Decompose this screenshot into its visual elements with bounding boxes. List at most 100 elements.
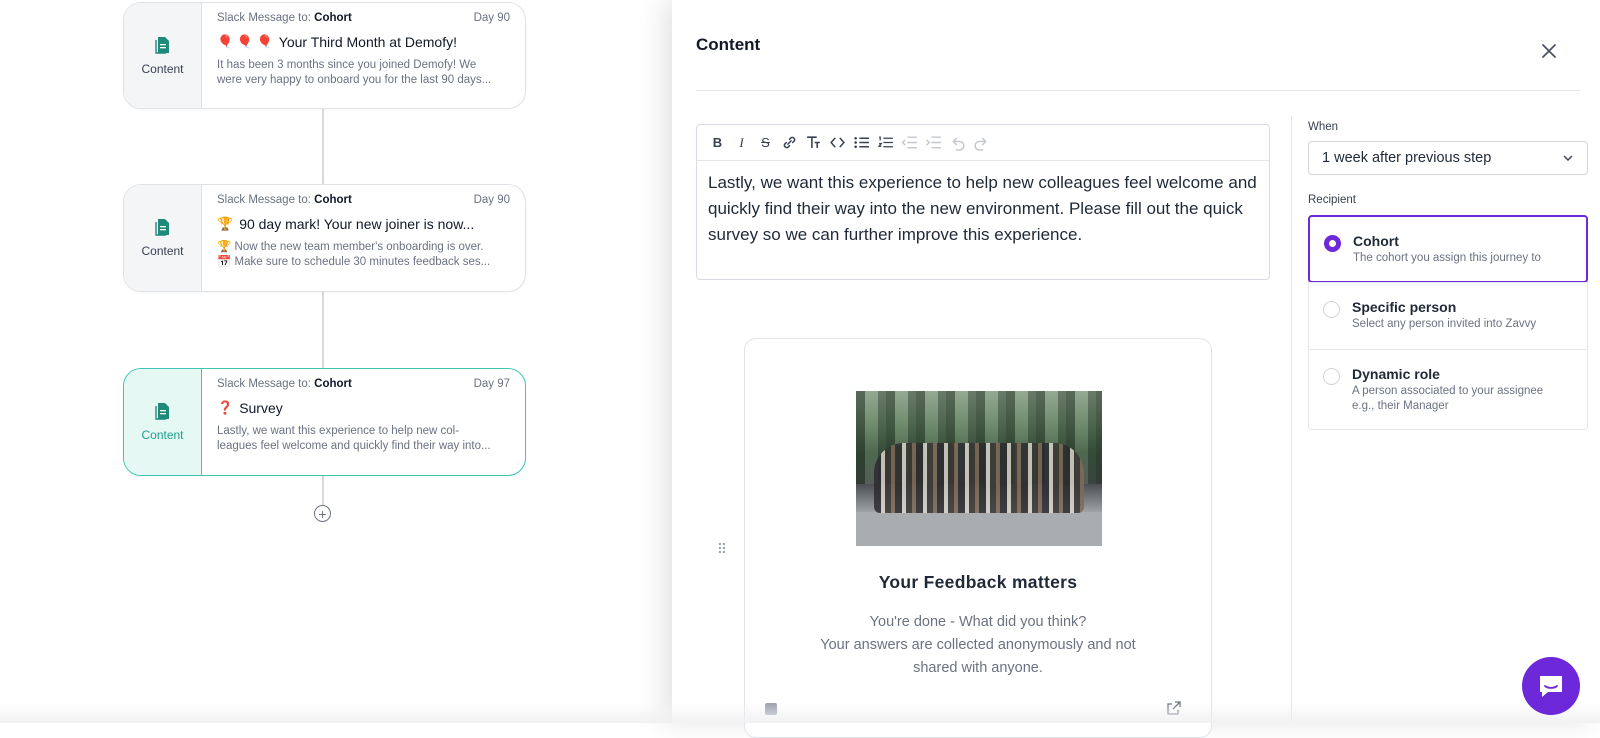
undo-icon[interactable]: [949, 134, 966, 151]
text-size-icon[interactable]: [805, 134, 822, 151]
step-title-text: Your Third Month at Demofy!: [278, 34, 457, 50]
panel-divider: [696, 90, 1580, 91]
image-icon[interactable]: [765, 703, 777, 715]
column-divider: [1291, 116, 1292, 723]
editor-toolbar: B I S: [697, 125, 1269, 161]
step-title: 🏆 90 day mark! Your new joiner is now...: [217, 216, 510, 232]
photo-group: [874, 443, 1084, 513]
step-day: Day 90: [473, 194, 510, 206]
flow-connector: [322, 292, 324, 368]
option-description: A person associated to your assignee e.g…: [1352, 385, 1544, 412]
radio-button-selected[interactable]: [1324, 235, 1341, 252]
document-icon: [154, 219, 169, 236]
panel-title: Content: [696, 35, 761, 54]
radio-button[interactable]: [1323, 301, 1340, 318]
step-details: Slack Message to: Cohort Day 97 ❓ Survey…: [202, 369, 525, 475]
flow-step-card[interactable]: Content Slack Message to: Cohort Day 90 …: [123, 184, 526, 292]
link-icon[interactable]: [781, 134, 798, 151]
chat-icon: [1540, 676, 1562, 697]
step-title-text: 90 day mark! Your new joiner is now...: [239, 216, 475, 232]
photo-road: [856, 512, 1102, 546]
step-description-line: were very happy to onboard you for the l…: [217, 74, 492, 86]
step-description-line: 🏆 Now the new team member's onboarding i…: [217, 241, 484, 253]
flow-step-card[interactable]: Content Slack Message to: Cohort Day 90 …: [123, 2, 526, 109]
chevron-down-icon: [1563, 155, 1573, 162]
survey-preview-card: Your Feedback matters You're done - What…: [744, 338, 1212, 738]
numbered-list-icon[interactable]: [877, 134, 894, 151]
when-select[interactable]: 1 week after previous step: [1308, 141, 1588, 175]
option-title: Dynamic role: [1352, 366, 1440, 382]
content-panel: Content B I S Lastly, we want this exper…: [672, 0, 1600, 738]
journey-canvas: Content Slack Message to: Cohort Day 90 …: [0, 0, 672, 723]
recipient-option-specific-person[interactable]: Specific person Select any person invite…: [1309, 282, 1587, 349]
step-type: Content: [124, 185, 202, 291]
redo-icon[interactable]: [973, 134, 990, 151]
trophy-icon: 🏆: [217, 216, 234, 231]
recipient-options: Cohort The cohort you assign this journe…: [1308, 215, 1588, 430]
step-description-line: Lastly, we want this experience to help …: [217, 425, 460, 437]
step-title-text: Survey: [239, 400, 283, 416]
flow-connector: [322, 108, 324, 184]
step-type: Content: [124, 3, 202, 108]
bold-icon[interactable]: B: [709, 134, 726, 151]
step-description: It has been 3 months since you joined De…: [217, 58, 510, 88]
flow-step-card-selected[interactable]: Content Slack Message to: Cohort Day 97 …: [123, 368, 526, 476]
step-type: Content: [124, 369, 202, 475]
question-mark-icon: ❓: [217, 400, 234, 415]
team-photo: [856, 391, 1102, 546]
step-description-line: leagues feel welcome and quickly find th…: [217, 440, 491, 452]
flow-connector: [322, 476, 324, 506]
survey-subtitle-line: You're done - What did you think?: [869, 614, 1087, 630]
editor-content[interactable]: Lastly, we want this experience to help …: [697, 161, 1269, 257]
recipient-label: Recipient: [1308, 194, 1356, 206]
step-header: Slack Message to: Cohort Day 90: [217, 194, 510, 206]
option-title: Cohort: [1353, 233, 1399, 249]
strikethrough-icon[interactable]: S: [757, 134, 774, 151]
step-type-label: Content: [141, 244, 184, 258]
add-step-button[interactable]: +: [314, 505, 331, 522]
step-title: ❓ Survey: [217, 400, 510, 416]
step-channel: Slack Message to: Cohort: [217, 12, 352, 24]
survey-subtitle: You're done - What did you think? Your a…: [745, 611, 1211, 680]
drag-handle-icon[interactable]: ⠿: [716, 541, 728, 557]
step-channel: Slack Message to: Cohort: [217, 378, 352, 390]
option-description: The cohort you assign this journey to: [1353, 252, 1541, 264]
survey-subtitle-line: Your answers are collected anonymously a…: [820, 637, 1136, 653]
step-recipient: Cohort: [314, 12, 352, 24]
step-type-label: Content: [141, 428, 184, 442]
when-label: When: [1308, 121, 1339, 133]
bullet-list-icon[interactable]: [853, 134, 870, 151]
when-select-value: 1 week after previous step: [1322, 150, 1492, 166]
code-icon[interactable]: [829, 134, 846, 151]
option-description: Select any person invited into Zavvy: [1352, 318, 1537, 330]
survey-title: Your Feedback matters: [878, 572, 1078, 592]
close-icon[interactable]: [1540, 42, 1558, 60]
indent-icon[interactable]: [925, 134, 942, 151]
balloon-icon: 🎈 🎈 🎈: [217, 34, 273, 49]
step-description-line: It has been 3 months since you joined De…: [217, 59, 477, 71]
radio-button[interactable]: [1323, 368, 1340, 385]
document-icon: [154, 36, 169, 54]
step-day: Day 90: [473, 12, 510, 24]
step-channel: Slack Message to: Cohort: [217, 194, 352, 206]
step-header: Slack Message to: Cohort Day 90: [217, 12, 510, 24]
step-details: Slack Message to: Cohort Day 90 🎈 🎈 🎈 Yo…: [202, 3, 525, 108]
step-header: Slack Message to: Cohort Day 97: [217, 378, 510, 390]
step-type-label: Content: [141, 61, 184, 76]
step-day: Day 97: [473, 378, 510, 390]
plus-icon: +: [318, 505, 327, 522]
document-icon: [154, 403, 169, 420]
step-description-line: 📅 Make sure to schedule 30 minutes feedb…: [217, 256, 491, 268]
italic-icon[interactable]: I: [733, 134, 750, 151]
recipient-option-cohort[interactable]: Cohort The cohort you assign this journe…: [1308, 215, 1588, 283]
chat-launcher-button[interactable]: [1522, 657, 1580, 715]
option-title: Specific person: [1352, 299, 1457, 315]
recipient-option-dynamic-role[interactable]: Dynamic role A person associated to your…: [1309, 349, 1587, 429]
outdent-icon[interactable]: [901, 134, 918, 151]
step-recipient: Cohort: [314, 378, 352, 390]
survey-subtitle-line: shared with anyone.: [913, 660, 1043, 676]
external-link-icon[interactable]: [1167, 701, 1181, 715]
step-recipient: Cohort: [314, 194, 352, 206]
rich-text-editor: B I S Lastly, we want this experience to…: [696, 124, 1270, 280]
step-description: Lastly, we want this experience to help …: [217, 424, 510, 454]
